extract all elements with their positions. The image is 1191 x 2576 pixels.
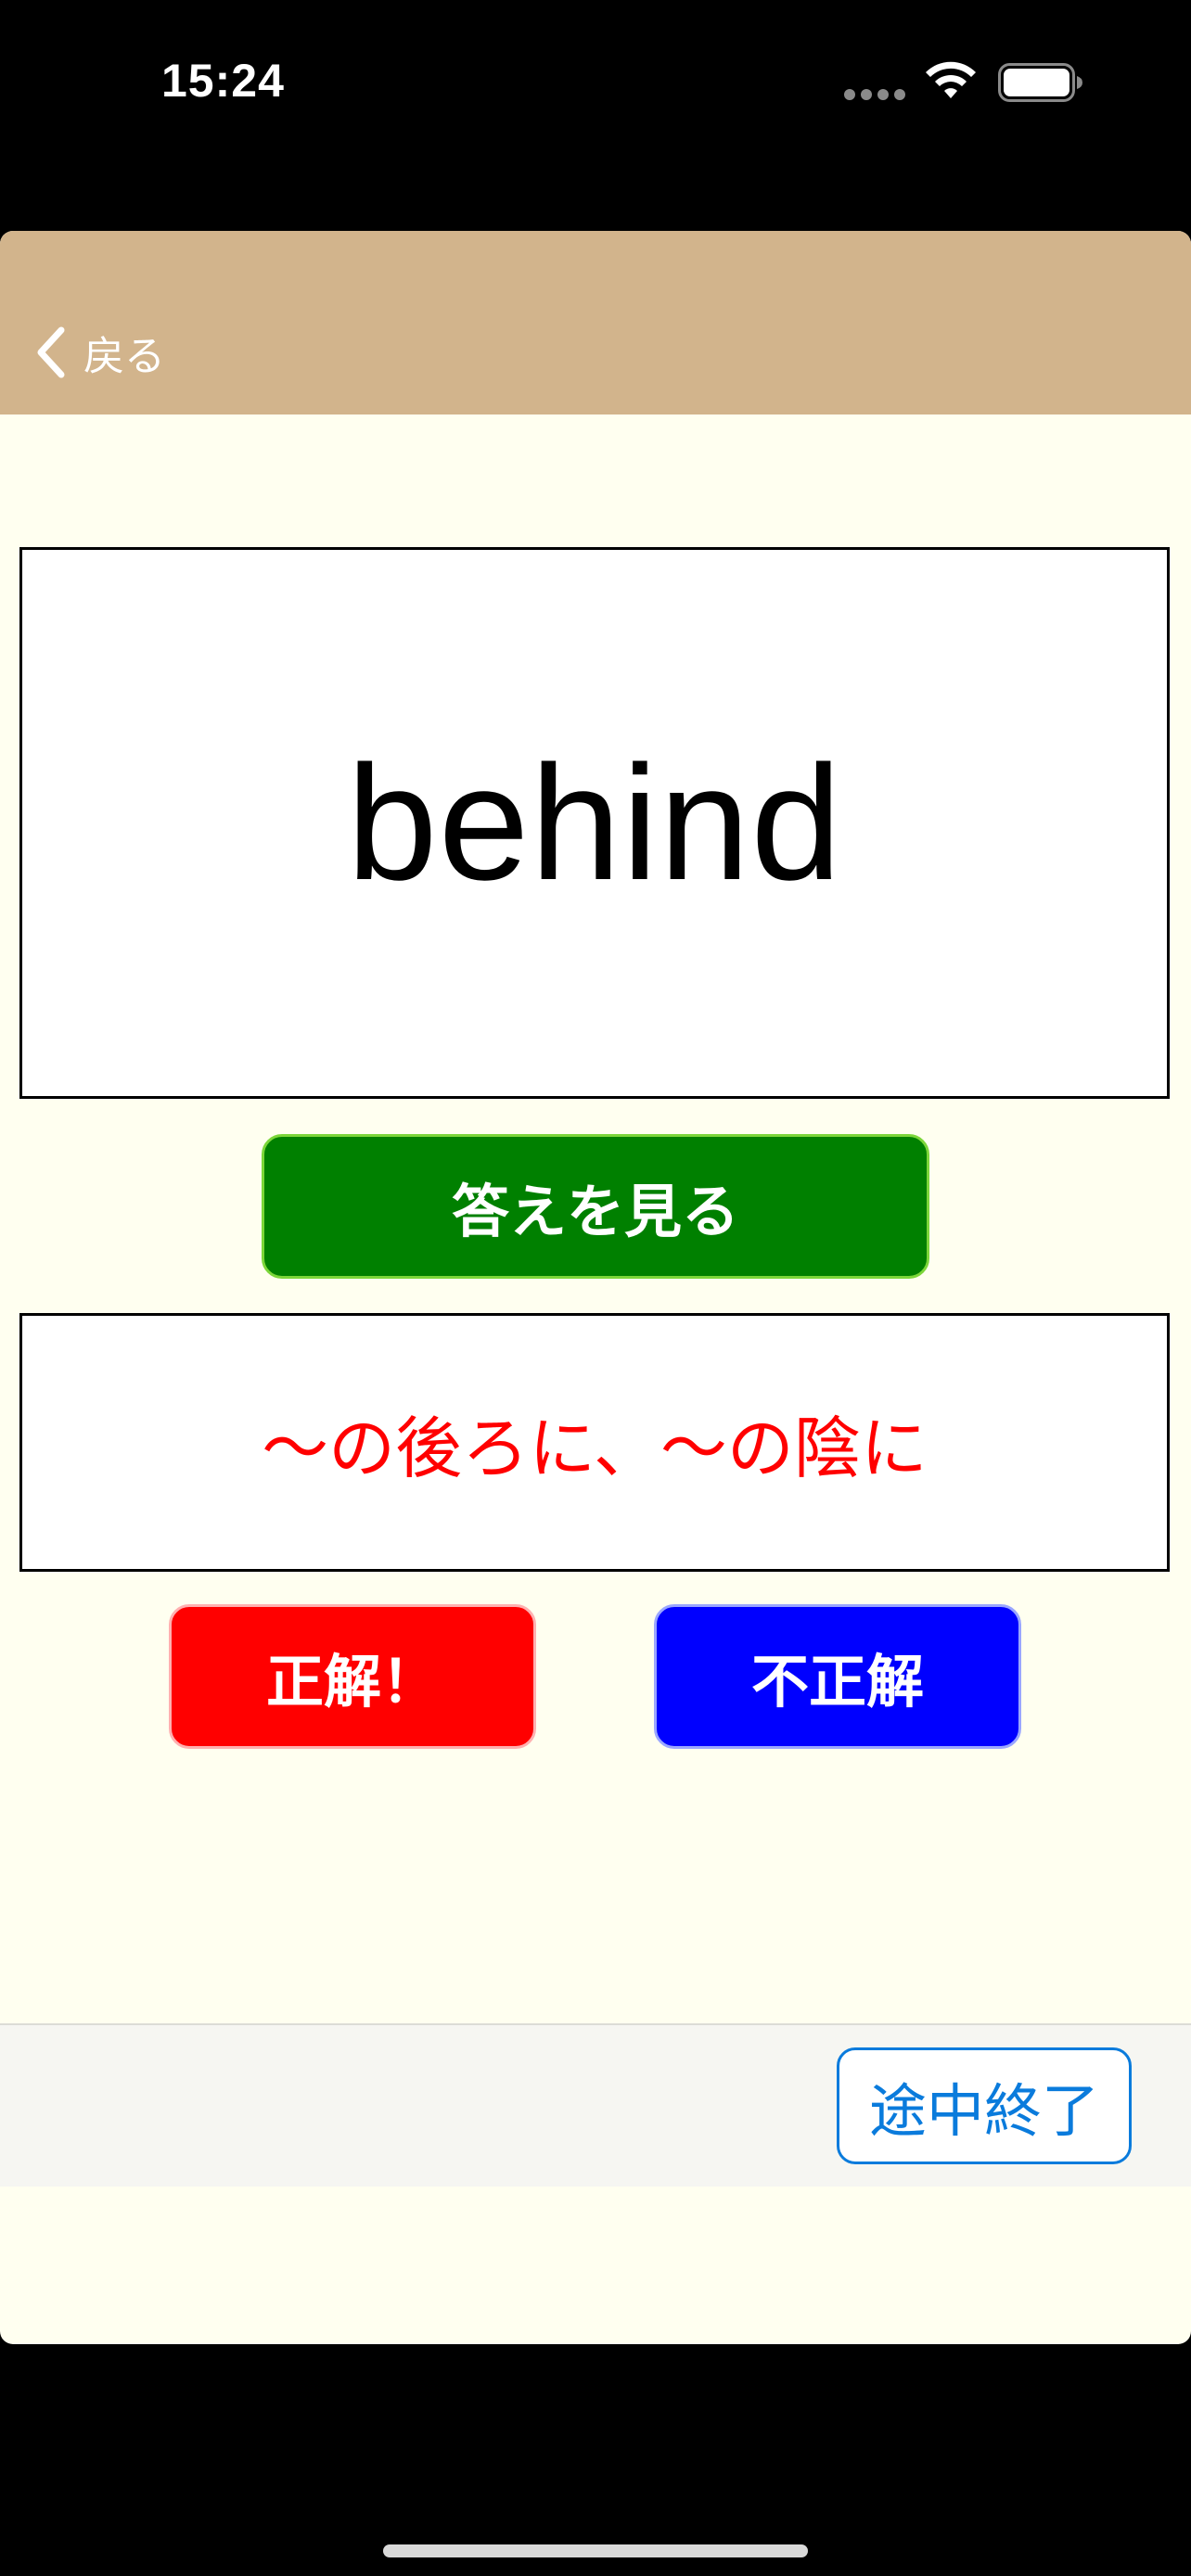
app-screen: 戻る behind 答えを見る 〜の後ろに、〜の陰に 正解！ 不正解 途中終了 [0,231,1191,2344]
wifi-icon [926,61,976,98]
bottom-toolbar: 途中終了 [0,2023,1191,2187]
incorrect-button[interactable]: 不正解 [654,1604,1021,1749]
status-bar: 15:24 [0,0,1191,167]
home-indicator[interactable] [383,2544,808,2557]
show-answer-button[interactable]: 答えを見る [262,1134,929,1279]
battery-icon [998,63,1082,102]
correct-button[interactable]: 正解！ [169,1604,536,1749]
answer-text: 〜の後ろに、〜の陰に [262,1409,928,1487]
status-time: 15:24 [161,55,285,107]
cellular-dots-icon [844,89,905,100]
chevron-left-icon [37,326,65,378]
word-text: behind [346,732,843,914]
word-card: behind [19,547,1170,1099]
answer-card: 〜の後ろに、〜の陰に [19,1313,1170,1572]
quit-midway-button[interactable]: 途中終了 [837,2047,1132,2164]
back-label: 戻る [83,333,165,380]
navigation-bar: 戻る [0,231,1191,414]
back-button[interactable]: 戻る [33,320,165,385]
